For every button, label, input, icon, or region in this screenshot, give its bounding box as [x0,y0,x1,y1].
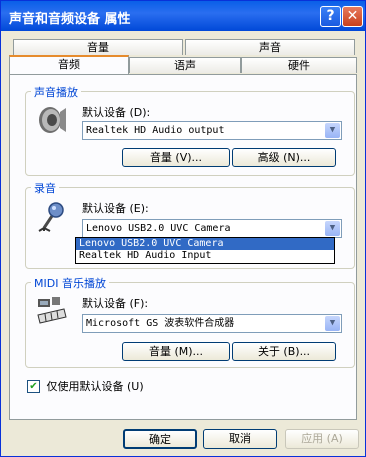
default-only-option[interactable]: ✔ 仅使用默认设备 (U) [27,378,144,394]
midi-group: MIDI 音乐播放 默认设备 (F): Microsoft GS 波表软件合成器… [25,275,355,368]
playback-default-label: 默认设备 (D): [82,106,151,119]
recording-group-label: 录音 [31,180,59,196]
microphone-icon [38,202,64,232]
midi-default-label: 默认设备 (F): [82,297,149,310]
tab-strip: 音量 声音 音频 语声 硬件 [9,39,357,75]
close-button[interactable]: ✕ [342,6,363,27]
properties-window: 声音和音频设备 属性 ? ✕ 音量 声音 音频 语声 硬件 声音播放 默认设备 … [0,0,366,457]
recording-default-label: 默认设备 (E): [82,202,149,215]
midi-volume-button[interactable]: 音量 (M)... [122,342,230,361]
speaker-icon [39,107,66,133]
playback-device-value: Realtek HD Audio output [86,125,225,136]
tab-sounds[interactable]: 声音 [185,39,355,55]
chevron-down-icon[interactable]: ▼ [325,316,340,331]
recording-device-value: Lenovo USB2.0 UVC Camera [86,223,231,234]
midi-device-select[interactable]: Microsoft GS 波表软件合成器 ▼ [82,314,342,333]
apply-button[interactable]: 应用 (A) [285,429,359,449]
default-only-checkbox[interactable]: ✔ [27,379,40,393]
ok-button[interactable]: 确定 [123,429,197,449]
playback-device-select[interactable]: Realtek HD Audio output ▼ [82,121,342,140]
midi-device-value: Microsoft GS 波表软件合成器 [86,318,235,329]
playback-advanced-button[interactable]: 高级 (N)... [232,148,336,167]
chevron-down-icon[interactable]: ▼ [325,221,340,236]
tab-audio[interactable]: 音频 [9,55,129,74]
playback-group-label: 声音播放 [31,84,81,100]
playback-volume-button[interactable]: 音量 (V)... [122,148,230,167]
chevron-down-icon[interactable]: ▼ [325,123,340,138]
tab-hardware[interactable]: 硬件 [241,57,357,73]
midi-group-label: MIDI 音乐播放 [31,275,109,291]
title-bar[interactable]: 声音和音频设备 属性 ? ✕ [1,1,365,31]
window-title: 声音和音频设备 属性 [9,12,131,27]
help-button[interactable]: ? [320,6,341,27]
dropdown-option[interactable]: Lenovo USB2.0 UVC Camera [76,238,334,250]
cancel-button[interactable]: 取消 [203,429,277,449]
tab-voice[interactable]: 语声 [129,57,241,73]
tab-volume[interactable]: 音量 [13,39,183,55]
playback-group: 声音播放 默认设备 (D): Realtek HD Audio output ▼… [25,84,355,176]
recording-device-dropdown: Lenovo USB2.0 UVC Camera Realtek HD Audi… [75,237,335,264]
midi-keyboard-icon [37,297,67,324]
recording-device-select[interactable]: Lenovo USB2.0 UVC Camera ▼ [82,219,342,238]
midi-about-button[interactable]: 关于 (B)... [232,342,336,361]
dropdown-option[interactable]: Realtek HD Audio Input [76,250,334,262]
default-only-label: 仅使用默认设备 (U) [46,380,144,393]
